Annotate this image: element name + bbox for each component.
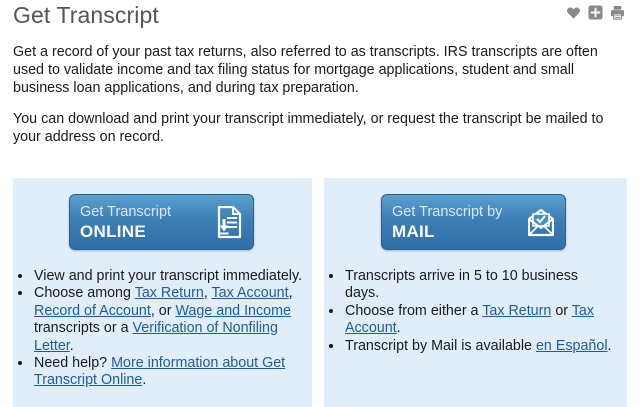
online-panel: Get Transcript ONLINE View and print you… (13, 178, 312, 407)
online-button-line1: Get Transcript (80, 204, 172, 220)
intro-paragraph-1: Get a record of your past tax returns, a… (13, 44, 598, 96)
tax-account-link[interactable]: Tax Account (212, 285, 289, 301)
mail-button-line2: MAIL (392, 222, 435, 241)
page-title: Get Transcript (13, 2, 159, 28)
tax-return-link[interactable]: Tax Return (135, 285, 204, 301)
get-transcript-by-mail-button[interactable]: Get Transcript by MAIL (381, 194, 566, 250)
mail-button-line1: Get Transcript by (392, 204, 503, 220)
en-espanol-link[interactable]: en Español (536, 338, 608, 354)
page: Get Transcript Get a record of your past… (0, 0, 640, 407)
list-item: Need help? More information about Get Tr… (33, 355, 305, 390)
download-document-icon (216, 206, 242, 239)
heart-icon[interactable] (566, 5, 581, 20)
plus-icon[interactable] (588, 5, 603, 20)
intro-paragraph-2: You can download and print your transcri… (13, 111, 604, 145)
record-of-account-link[interactable]: Record of Account (34, 303, 151, 319)
list-item: Choose among Tax Return, Tax Account, Re… (33, 285, 305, 355)
tax-return-link[interactable]: Tax Return (482, 303, 551, 319)
print-icon[interactable] (610, 5, 625, 20)
list-item: Transcripts arrive in 5 to 10 business d… (344, 268, 614, 303)
envelope-icon (528, 206, 554, 239)
list-item: Choose from either a Tax Return or Tax A… (344, 303, 614, 338)
online-button-line2: ONLINE (80, 222, 147, 241)
get-transcript-online-button[interactable]: Get Transcript ONLINE (69, 194, 254, 250)
wage-and-income-link[interactable]: Wage and Income (175, 303, 291, 319)
online-bullet-list: View and print your transcript immediate… (33, 268, 305, 390)
mail-bullet-list: Transcripts arrive in 5 to 10 business d… (344, 268, 614, 355)
page-tools (566, 5, 625, 20)
list-item: View and print your transcript immediate… (33, 268, 305, 285)
mail-panel: Get Transcript by MAIL Transcripts arriv… (324, 178, 627, 407)
list-item: Transcript by Mail is available en Españ… (344, 338, 614, 355)
